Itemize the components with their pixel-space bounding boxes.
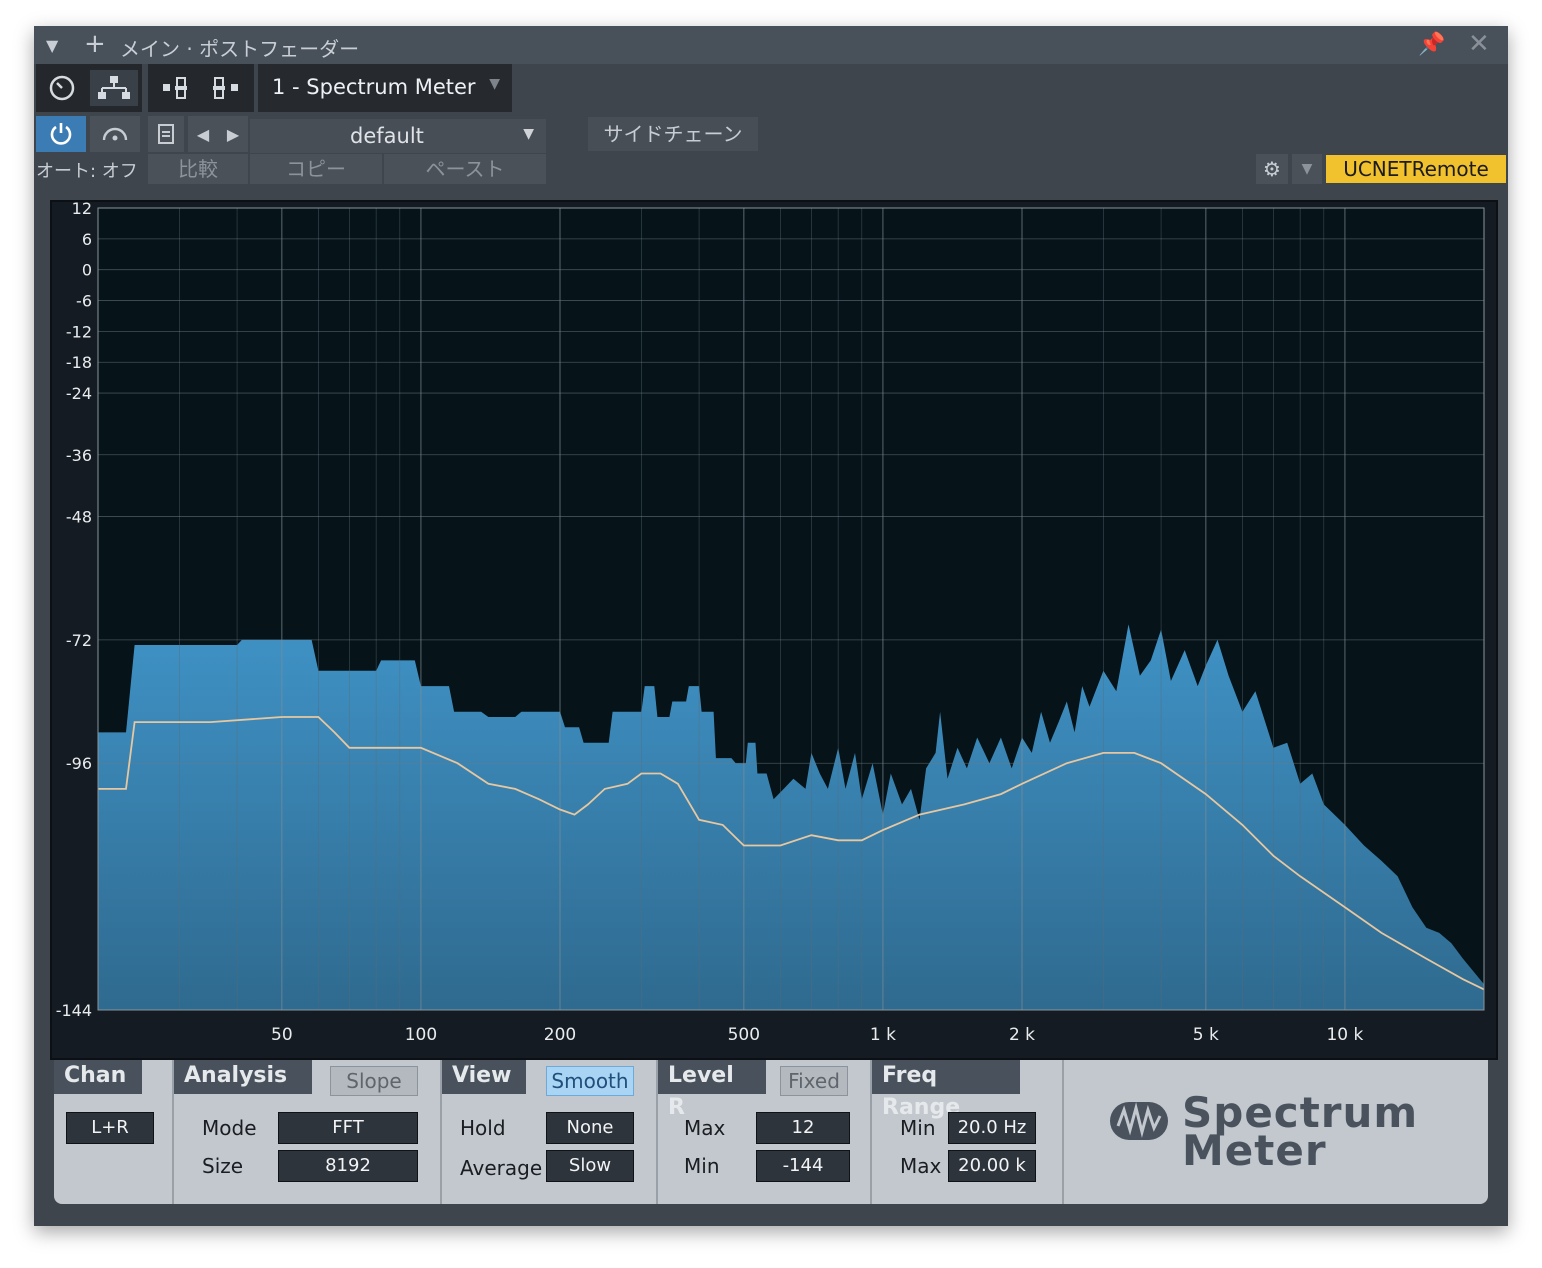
channel-view-group — [148, 64, 254, 112]
y-tick-label: -18 — [66, 353, 92, 372]
x-tick-label: 10 k — [1326, 1025, 1363, 1045]
plugin-selector-label: 1 - Spectrum Meter — [272, 75, 476, 99]
chan-header: Chan — [54, 1060, 142, 1094]
spectrum-graph: 12 6 0 -6 -12 -18 -24 -36 -48 -72 -96 -144 50 100 200 5… — [50, 200, 1498, 1060]
y-tick-label: -36 — [66, 446, 92, 465]
slope-toggle[interactable]: Slope — [330, 1066, 418, 1096]
routing-group — [36, 64, 142, 112]
routing-icon[interactable] — [90, 70, 138, 106]
average-label: Average — [460, 1156, 543, 1180]
level-section: Level R Fixed Max 12 Min -144 — [658, 1060, 872, 1204]
automation-button[interactable] — [90, 116, 140, 152]
x-tick-label: 1 k — [870, 1025, 896, 1045]
prev-preset-icon[interactable]: ◀ — [188, 116, 218, 152]
y-tick-label: 12 — [72, 202, 92, 218]
logo-line-2: Meter — [1182, 1126, 1327, 1175]
y-tick-label: -12 — [66, 322, 92, 341]
y-tick-label: -48 — [66, 507, 92, 526]
mode-label: Mode — [202, 1116, 257, 1140]
y-tick-label: -24 — [66, 384, 92, 403]
collapse-arrow-icon[interactable]: ▼ — [46, 36, 58, 55]
analysis-header: Analysis — [174, 1060, 312, 1094]
average-value[interactable]: Slow — [546, 1150, 634, 1182]
plugin-window: ▼ + メイン · ポストフェーダー 📌 ✕ 1 - Spectrum Mete… — [34, 26, 1508, 1226]
mode-value[interactable]: FFT — [278, 1112, 418, 1144]
x-tick-label: 200 — [544, 1025, 576, 1045]
fixed-toggle[interactable]: Fixed — [780, 1066, 848, 1096]
x-tick-label: 2 k — [1009, 1025, 1035, 1045]
y-tick-label: 6 — [82, 230, 92, 249]
preset-file-icon[interactable] — [148, 116, 184, 152]
view-section: View Smooth Hold None Average Slow — [442, 1060, 658, 1204]
freq-max-value[interactable]: 20.00 k — [948, 1150, 1036, 1182]
x-tick-label: 100 — [405, 1025, 437, 1045]
y-tick-label: 0 — [82, 261, 92, 280]
y-tick-label: -72 — [66, 631, 92, 650]
x-tick-label: 50 — [271, 1025, 293, 1045]
plugin-selector[interactable]: 1 - Spectrum Meter ▼ — [258, 64, 512, 112]
level-max-value[interactable]: 12 — [756, 1112, 850, 1144]
chan-section: Chan L+R — [54, 1060, 174, 1204]
fader-left-icon[interactable] — [154, 72, 198, 104]
pin-icon[interactable]: 📌 — [1418, 32, 1445, 57]
preset-name: default — [350, 124, 424, 148]
level-header: Level R — [658, 1060, 766, 1120]
chevron-down-icon[interactable]: ▼ — [1292, 154, 1322, 184]
smooth-toggle[interactable]: Smooth — [546, 1066, 634, 1096]
presonus-logo-icon — [1110, 1102, 1168, 1140]
chevron-down-icon: ▼ — [523, 126, 534, 142]
paste-button[interactable]: ペースト — [384, 154, 546, 184]
size-label: Size — [202, 1154, 244, 1178]
gear-icon[interactable]: ⚙ — [1256, 154, 1288, 184]
level-min-value[interactable]: -144 — [756, 1150, 850, 1182]
logo-text: Spectrum Meter — [1182, 1092, 1418, 1175]
analysis-section: Analysis Slope Mode FFT Size 8192 — [174, 1060, 442, 1204]
sidechain-button[interactable]: サイドチェーン — [588, 117, 758, 151]
y-tick-label: -6 — [76, 292, 92, 311]
add-icon[interactable]: + — [84, 30, 106, 58]
freq-min-label: Min — [900, 1116, 936, 1140]
chevron-down-icon: ▼ — [489, 76, 500, 92]
copy-button[interactable]: コピー — [250, 154, 382, 184]
freq-range-header: Freq Range — [872, 1060, 1020, 1120]
level-max-label: Max — [684, 1116, 726, 1140]
view-header: View — [442, 1060, 526, 1094]
x-tick-label: 500 — [728, 1025, 760, 1045]
x-tick-label: 5 k — [1193, 1025, 1219, 1045]
next-preset-icon[interactable]: ▶ — [218, 116, 248, 152]
spectrum-meter-logo: Spectrum Meter — [1082, 1090, 1462, 1180]
level-min-label: Min — [684, 1154, 720, 1178]
control-panel: Chan L+R Analysis Slope Mode FFT Size 81… — [54, 1060, 1488, 1204]
freq-range-section: Freq Range Min 20.0 Hz Max 20.00 k — [872, 1060, 1064, 1204]
freq-min-value[interactable]: 20.0 Hz — [948, 1112, 1036, 1144]
close-icon[interactable]: ✕ — [1468, 29, 1490, 59]
clock-icon[interactable] — [40, 70, 84, 106]
ucnet-remote-badge[interactable]: UCNETRemote — [1326, 155, 1506, 183]
size-value[interactable]: 8192 — [278, 1150, 418, 1182]
power-button[interactable] — [36, 116, 86, 152]
hold-label: Hold — [460, 1116, 506, 1140]
y-tick-label: -144 — [56, 1001, 92, 1020]
y-tick-label: -96 — [66, 754, 92, 773]
auto-label: オート: オフ — [36, 161, 138, 182]
preset-selector[interactable]: default ▼ — [250, 119, 546, 153]
chan-value[interactable]: L+R — [66, 1112, 154, 1144]
spectrum-chart: 12 6 0 -6 -12 -18 -24 -36 -48 -72 -96 -144 50 100 200 5… — [56, 202, 1485, 1045]
hold-value[interactable]: None — [546, 1112, 634, 1144]
window-title: メイン · ポストフェーダー — [120, 37, 360, 61]
freq-max-label: Max — [900, 1154, 942, 1178]
compare-button[interactable]: 比較 — [148, 154, 248, 184]
fader-right-icon[interactable] — [204, 72, 248, 104]
title-bar: ▼ + メイン · ポストフェーダー 📌 ✕ — [34, 26, 1508, 64]
